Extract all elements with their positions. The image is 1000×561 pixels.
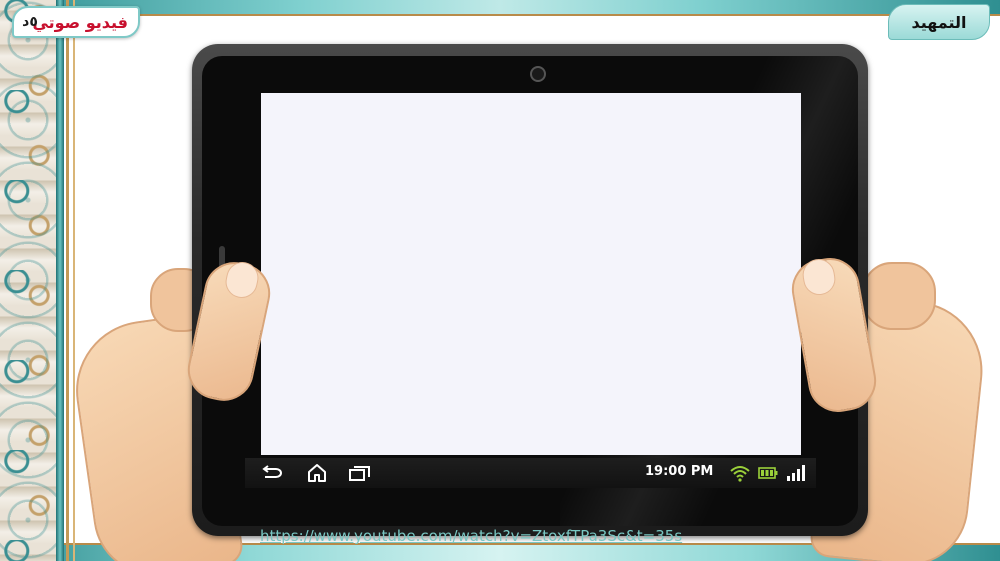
slide: فيديو صوتي ٥د التمهيد 19:00 PM https://w…: [0, 0, 1000, 561]
right-hand-fingers: [862, 262, 936, 330]
section-tab-label: التمهيد: [911, 12, 967, 32]
section-tab-introduction[interactable]: التمهيد: [888, 4, 990, 40]
home-icon[interactable]: [305, 462, 329, 484]
top-border: [0, 0, 1000, 14]
top-border-line: [0, 14, 1000, 16]
wifi-icon: [729, 464, 751, 482]
duration-badge-text: ٥د: [22, 14, 38, 30]
left-gold-stripe: [66, 0, 69, 561]
back-icon[interactable]: [260, 462, 284, 484]
home-icon-svg: [308, 464, 326, 482]
tablet-screen[interactable]: [261, 93, 801, 455]
recent-apps-icon[interactable]: [348, 462, 372, 484]
audio-video-label: فيديو صوتي: [32, 12, 128, 32]
battery-icon: [757, 464, 779, 482]
camera-icon: [530, 66, 546, 82]
signal-icon: [785, 464, 807, 482]
left-teal-stripe: [56, 0, 64, 561]
back-icon-svg: [262, 465, 282, 478]
left-gold-stripe-thin: [73, 0, 75, 561]
tablet-navigation-bar: 19:00 PM: [245, 458, 816, 488]
left-ornament-strip: [0, 0, 56, 561]
status-clock: 19:00 PM: [645, 464, 714, 479]
recent-apps-icon-svg: [349, 466, 370, 481]
duration-badge: ٥د: [16, 10, 44, 34]
youtube-video-link[interactable]: https://www.youtube.com/watch?v=ZtoxfTPa…: [260, 527, 682, 545]
